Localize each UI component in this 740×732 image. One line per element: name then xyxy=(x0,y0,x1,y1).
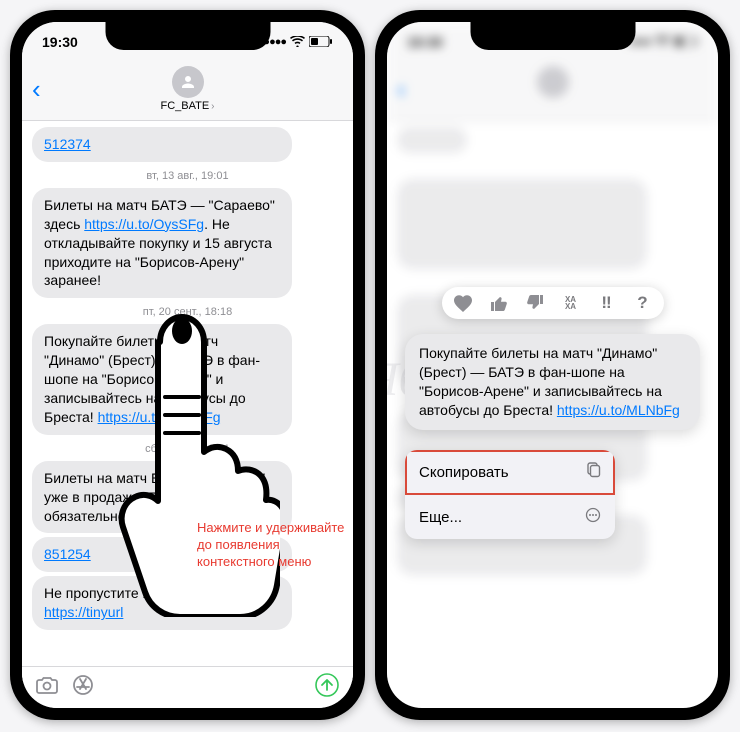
reaction-dislike[interactable] xyxy=(524,294,546,312)
send-button[interactable] xyxy=(315,673,339,703)
contact-header[interactable]: FC_BATE› xyxy=(62,66,313,112)
menu-copy[interactable]: Скопировать xyxy=(405,450,615,495)
message-bubble[interactable]: Не пропустите матч белорусской https://t… xyxy=(32,576,292,630)
link[interactable]: 851254 xyxy=(44,545,91,564)
reaction-haha[interactable]: XAXA xyxy=(560,296,582,310)
reaction-like[interactable] xyxy=(488,294,510,312)
link[interactable]: 512374 xyxy=(44,135,91,154)
status-time: 19:30 xyxy=(42,34,78,50)
instruction-text: Нажмите и удерживайте до появления конте… xyxy=(197,520,347,571)
notch xyxy=(105,22,270,50)
battery-icon xyxy=(309,34,333,50)
avatar xyxy=(172,66,204,98)
camera-icon[interactable] xyxy=(36,676,58,700)
nav-bar: ‹ FC_BATE› xyxy=(22,62,353,121)
phone-left: 19:30 ●●●● ‹ FC_BATE› 512374 xyxy=(10,10,365,720)
reaction-bar: XAXA ‼ ? xyxy=(442,287,664,319)
link[interactable]: https://u.to/OysSFg xyxy=(84,216,204,232)
appstore-icon[interactable] xyxy=(72,674,94,702)
context-menu: Скопировать Еще... xyxy=(405,450,615,539)
phone-right: Яблык 19:30 ●●●● ‹ xyxy=(375,10,730,720)
link[interactable]: https://tinyurl xyxy=(44,604,123,620)
more-icon xyxy=(585,507,601,527)
menu-more[interactable]: Еще... xyxy=(405,495,615,539)
message-list[interactable]: 512374 вт, 13 авг., 19:01 Билеты на матч… xyxy=(22,121,353,681)
input-toolbar xyxy=(22,666,353,708)
message-bubble[interactable]: Билеты на матч БАТЭ — "Сараево" здесь ht… xyxy=(32,188,292,298)
timestamp: вт, 13 авг., 19:01 xyxy=(32,170,343,182)
link[interactable]: https://u.to/MLNbFg xyxy=(557,402,680,418)
focused-message[interactable]: Покупайте билеты на матч "Динамо" (Брест… xyxy=(405,334,700,430)
reaction-question[interactable]: ? xyxy=(632,293,654,313)
menu-copy-label: Скопировать xyxy=(419,464,509,481)
sender-name: FC_BATE xyxy=(160,100,209,112)
message-bubble[interactable]: 512374 xyxy=(32,127,292,162)
message-bubble[interactable]: Покупайте билеты на матч "Динамо" (Брест… xyxy=(32,324,292,434)
timestamp: пт, 20 сент., 18:18 xyxy=(32,306,343,318)
wifi-icon xyxy=(290,34,305,50)
link[interactable]: https://u.to/MLNbFg xyxy=(98,409,221,425)
chevron-right-icon: › xyxy=(211,101,214,112)
notch xyxy=(470,22,635,50)
menu-more-label: Еще... xyxy=(419,509,462,526)
reaction-exclaim[interactable]: ‼ xyxy=(596,293,618,313)
reaction-heart[interactable] xyxy=(452,294,474,312)
timestamp: сб, 19 окт., 18:01 xyxy=(32,443,343,455)
copy-icon xyxy=(585,462,601,482)
back-button[interactable]: ‹ xyxy=(32,74,62,105)
